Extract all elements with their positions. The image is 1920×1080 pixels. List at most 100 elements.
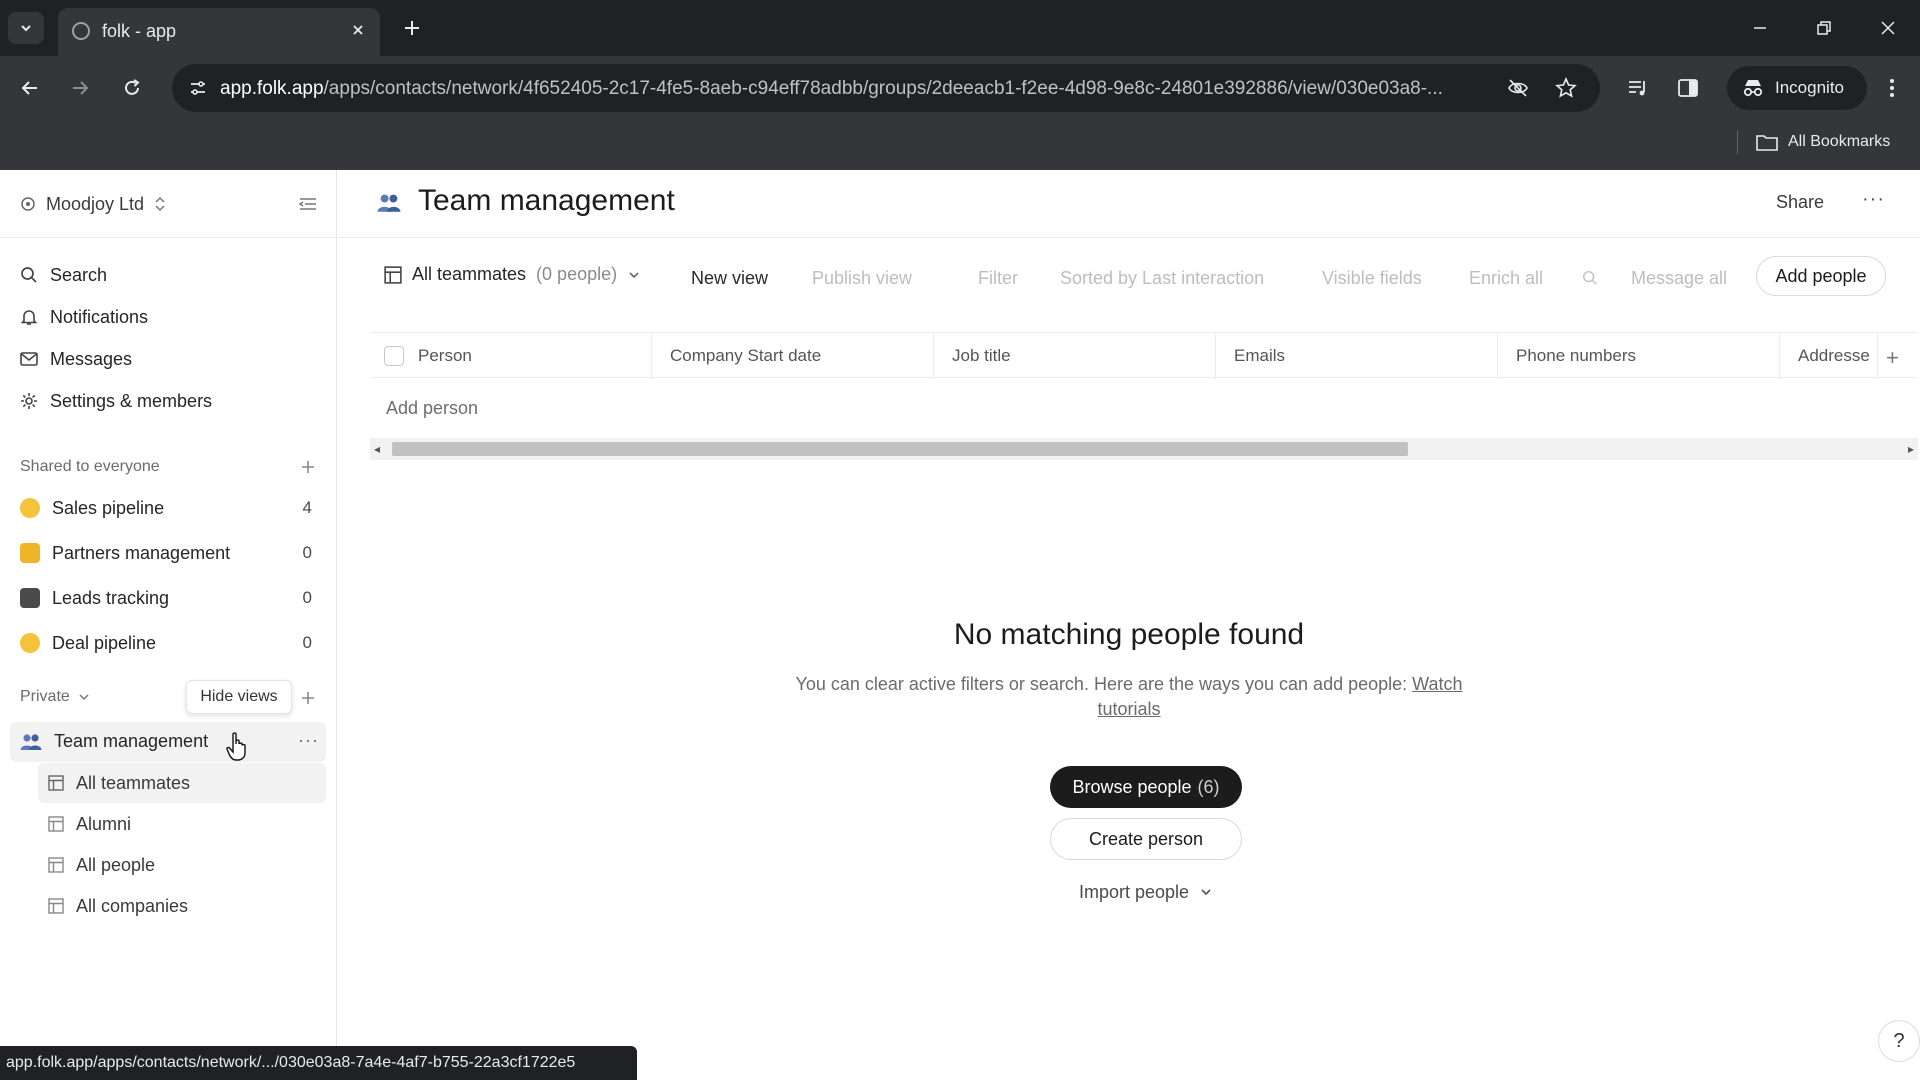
sidebar-item-settings[interactable]: Settings & members — [20, 388, 212, 414]
add-person-row[interactable]: Add person — [386, 398, 478, 419]
view-toolbar: All teammates (0 people) New view Publis… — [338, 256, 1920, 300]
reload-button[interactable] — [114, 70, 150, 106]
column-label: Job title — [952, 346, 1011, 365]
star-icon — [1555, 77, 1577, 98]
main-content: Team management Share ··· All teammates … — [338, 170, 1920, 1080]
sidebar-item-search[interactable]: Search — [20, 262, 107, 288]
share-button[interactable]: Share — [1776, 192, 1824, 213]
media-controls-button[interactable] — [1620, 70, 1656, 106]
view-item-all-people[interactable]: All people — [38, 845, 326, 885]
sidebar-group-deal-pipeline[interactable]: Deal pipeline 0 — [20, 627, 320, 659]
help-button[interactable]: ? — [1878, 1020, 1920, 1062]
eye-off-icon — [1508, 79, 1528, 97]
scroll-left-arrow-icon[interactable]: ◂ — [374, 442, 380, 456]
column-job-title[interactable]: Job title — [934, 333, 1216, 379]
back-button[interactable] — [12, 70, 48, 106]
gear-icon — [21, 393, 37, 409]
browser-tab-bar: folk - app — [0, 0, 1920, 56]
folk-app: Moodjoy Ltd Search Notifications Message… — [0, 170, 1920, 1080]
arrow-left-icon — [21, 81, 37, 95]
new-view-button[interactable]: New view — [691, 268, 768, 289]
new-tab-button[interactable] — [396, 12, 428, 44]
browser-menu-button[interactable] — [1874, 70, 1910, 106]
restore-icon — [1817, 21, 1831, 35]
restore-button[interactable] — [1804, 10, 1844, 46]
sidebar-group-team-management[interactable]: Team management ··· — [10, 722, 326, 762]
tab-search-button[interactable] — [8, 12, 44, 44]
import-people-button[interactable]: Import people — [1070, 878, 1222, 906]
workspace-switcher[interactable]: Moodjoy Ltd — [20, 192, 166, 216]
kebab-menu-icon — [1890, 79, 1894, 97]
tab-close-button[interactable] — [346, 18, 370, 42]
sidebar-item-messages[interactable]: Messages — [20, 346, 132, 372]
private-section-title[interactable]: Private — [20, 688, 90, 706]
column-addresses[interactable]: Addresse — [1780, 333, 1878, 379]
bookmark-star-button[interactable] — [1550, 72, 1582, 104]
collapse-sidebar-button[interactable] — [296, 192, 320, 216]
minimize-icon — [1754, 27, 1766, 29]
view-item-alumni[interactable]: Alumni — [38, 804, 326, 844]
create-person-button[interactable]: Create person — [1050, 818, 1242, 860]
forward-button[interactable] — [62, 70, 98, 106]
view-selector[interactable]: All teammates (0 people) — [384, 264, 641, 285]
group-label: Partners management — [52, 542, 231, 563]
all-bookmarks-label: All Bookmarks — [1788, 133, 1891, 150]
all-bookmarks-button[interactable]: All Bookmarks — [1756, 128, 1890, 156]
tracking-protection-button[interactable] — [1502, 72, 1534, 104]
add-shared-group-button[interactable] — [298, 457, 318, 477]
column-emails[interactable]: Emails — [1216, 333, 1498, 379]
horizontal-scrollbar[interactable]: ◂ ▸ — [370, 438, 1918, 460]
group-more-button[interactable]: ··· — [298, 730, 319, 751]
sidebar-group-sales-pipeline[interactable]: Sales pipeline 4 — [20, 492, 320, 524]
publish-view-button[interactable]: Publish view — [812, 268, 912, 289]
header-more-button[interactable]: ··· — [1862, 188, 1885, 211]
add-private-group-button[interactable] — [298, 688, 318, 708]
side-panel-button[interactable] — [1670, 70, 1706, 106]
table-icon — [48, 816, 64, 832]
search-icon[interactable] — [1582, 270, 1598, 286]
sidebar-item-notifications[interactable]: Notifications — [20, 304, 148, 330]
address-bar[interactable]: app.folk.app/apps/contacts/network/4f652… — [172, 64, 1600, 112]
scrollbar-thumb[interactable] — [392, 442, 1408, 456]
column-phone-numbers[interactable]: Phone numbers — [1498, 333, 1780, 379]
sidebar-group-leads-tracking[interactable]: Leads tracking 0 — [20, 582, 320, 614]
browser-tab-active[interactable]: folk - app — [58, 8, 380, 56]
sidebar-item-label: Messages — [50, 348, 133, 369]
sidebar-item-label: Notifications — [50, 306, 149, 327]
enrich-all-button[interactable]: Enrich all — [1469, 268, 1543, 289]
sort-button[interactable]: Sorted by Last interaction — [1060, 268, 1264, 289]
filter-button[interactable]: Filter — [978, 268, 1018, 289]
site-info-button[interactable] — [182, 72, 214, 104]
column-label: Company Start date — [670, 346, 822, 365]
plus-icon — [302, 461, 314, 473]
shared-section-title: Shared to everyone — [20, 458, 160, 475]
link-preview-status-bar: app.folk.app/apps/contacts/network/.../0… — [0, 1046, 637, 1080]
incognito-badge[interactable]: Incognito — [1727, 66, 1867, 110]
tab-title: folk - app — [102, 21, 177, 41]
view-item-all-teammates[interactable]: All teammates — [38, 763, 326, 803]
message-all-button[interactable]: Message all — [1631, 268, 1727, 289]
sidebar-group-partners-management[interactable]: Partners management 0 — [20, 537, 320, 569]
select-all-checkbox[interactable] — [384, 346, 404, 366]
plus-icon — [405, 21, 419, 35]
column-company-start-date[interactable]: Company Start date — [652, 333, 934, 379]
page-title: Team management — [418, 184, 675, 217]
close-window-button[interactable] — [1868, 10, 1908, 46]
chevron-down-icon — [79, 694, 89, 701]
chevron-down-icon — [21, 25, 31, 32]
close-icon — [353, 25, 363, 35]
handshake-emoji-icon — [20, 543, 40, 563]
column-person[interactable]: Person — [370, 333, 652, 379]
bookmarks-bar: All Bookmarks — [0, 120, 1920, 170]
scroll-right-arrow-icon[interactable]: ▸ — [1908, 442, 1914, 456]
visible-fields-button[interactable]: Visible fields — [1322, 268, 1422, 289]
folder-icon — [1756, 135, 1778, 151]
minimize-button[interactable] — [1740, 10, 1780, 46]
table-icon — [48, 898, 64, 914]
table-header: Person Company Start date Job title Emai… — [370, 332, 1918, 379]
add-people-button[interactable]: Add people — [1756, 256, 1886, 296]
view-item-all-companies[interactable]: All companies — [38, 886, 326, 926]
people-icon — [20, 734, 42, 750]
add-column-button[interactable]: + — [1886, 345, 1899, 371]
browse-people-button[interactable]: Browse people (6) — [1050, 766, 1242, 808]
